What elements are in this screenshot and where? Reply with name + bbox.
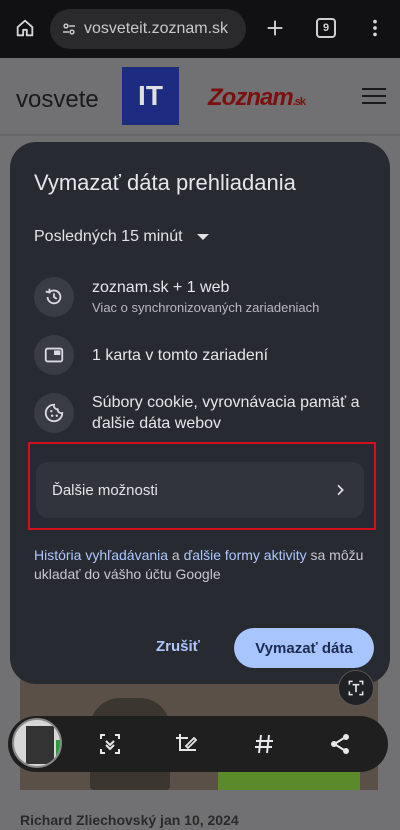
home-icon	[16, 19, 34, 37]
tag-button[interactable]	[250, 730, 278, 758]
address-bar[interactable]: vosveteit.zoznam.sk	[50, 9, 246, 49]
data-item-sublabel: Viac o synchronizovaných zariadeniach	[92, 300, 320, 315]
hashtag-icon	[255, 734, 273, 754]
scroll-capture-icon	[100, 734, 120, 754]
site-logo-it: IT	[122, 67, 179, 125]
partner-logo: Zoznam.sk	[208, 84, 306, 111]
dropdown-arrow-icon	[196, 234, 209, 240]
time-range-dropdown[interactable]: Posledných 15 minút	[34, 228, 209, 246]
data-item-sites: zoznam.sk + 1 web Viac o synchronizovaný…	[34, 277, 374, 317]
hamburger-menu-icon	[362, 88, 386, 109]
header-divider	[0, 134, 400, 136]
other-activity-link[interactable]: ďalšie formy aktivity	[184, 547, 307, 563]
edit-screenshot-button[interactable]	[172, 730, 200, 758]
chevron-right-icon	[337, 484, 344, 496]
data-item-label: Súbory cookie, vyrovnávacia pamäť a ďalš…	[92, 394, 360, 432]
home-button[interactable]	[8, 11, 42, 45]
text-select-button[interactable]	[338, 670, 374, 706]
crop-edit-icon	[176, 734, 198, 751]
share-icon	[331, 734, 349, 754]
text-icon	[348, 680, 364, 696]
clear-browsing-data-dialog: Vymazať dáta prehliadania Posledných 15 …	[10, 142, 390, 684]
site-settings-icon[interactable]	[54, 20, 84, 38]
search-history-link[interactable]: História vyhľadávania	[34, 547, 168, 563]
data-item-cookies: Súbory cookie, vyrovnávacia pamäť a ďalš…	[34, 392, 374, 434]
more-options-label: Ďalšie možnosti	[52, 481, 158, 499]
more-vert-icon	[373, 19, 377, 37]
data-item-label: 1 karta v tomto zariadení	[92, 346, 269, 364]
plus-icon	[267, 20, 283, 36]
article-author: Richard Zliechovský jan 10, 2024	[20, 812, 239, 828]
share-button[interactable]	[326, 730, 354, 758]
url-text: vosveteit.zoznam.sk	[84, 20, 229, 37]
data-item-label: zoznam.sk + 1 web	[92, 279, 230, 296]
scroll-capture-button[interactable]	[96, 730, 124, 758]
dialog-title: Vymazať dáta prehliadania	[34, 170, 296, 195]
more-options-button[interactable]: Ďalšie možnosti	[36, 462, 364, 518]
tab-switcher-button[interactable]: 9	[309, 11, 343, 45]
screenshot-thumbnail[interactable]	[12, 718, 62, 768]
tab-icon	[34, 335, 74, 375]
cookie-icon	[34, 393, 74, 433]
clear-data-button[interactable]: Vymazať dáta	[234, 628, 374, 668]
browser-toolbar: vosveteit.zoznam.sk 9	[0, 0, 400, 58]
history-icon	[34, 277, 74, 317]
screenshot-toolbar	[8, 716, 388, 772]
data-item-tabs: 1 karta v tomto zariadení	[34, 335, 374, 375]
time-range-value: Posledných 15 minút	[34, 228, 183, 245]
tab-count: 9	[316, 18, 336, 38]
site-logo-text: vosvete	[16, 86, 99, 113]
new-tab-button[interactable]	[258, 11, 292, 45]
cancel-button[interactable]: Zrušiť	[156, 638, 200, 655]
more-menu-button[interactable]	[358, 11, 392, 45]
account-activity-note: História vyhľadávania a ďalšie formy akt…	[34, 547, 364, 582]
